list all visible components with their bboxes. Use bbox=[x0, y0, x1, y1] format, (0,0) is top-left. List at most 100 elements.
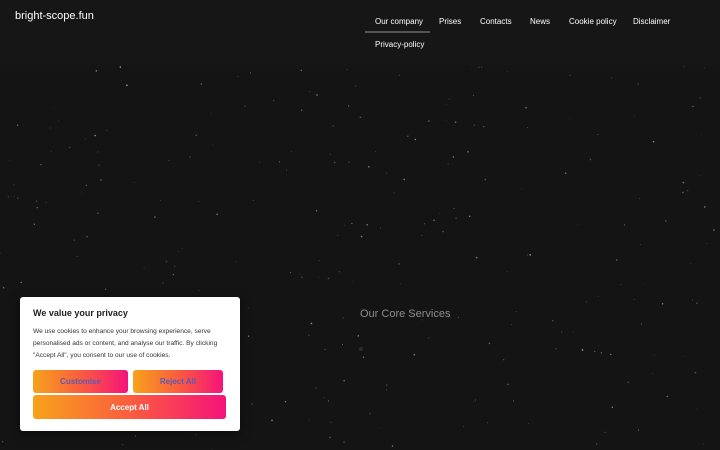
accept-all-button[interactable]: Accept All bbox=[33, 395, 226, 419]
star bbox=[639, 244, 642, 246]
star bbox=[237, 76, 239, 77]
star bbox=[327, 400, 330, 402]
star bbox=[212, 144, 214, 146]
star bbox=[290, 151, 293, 153]
star bbox=[474, 399, 476, 401]
star bbox=[627, 381, 629, 383]
star bbox=[40, 164, 42, 166]
reject-all-button[interactable]: Reject All bbox=[133, 370, 223, 393]
star bbox=[367, 165, 370, 168]
star bbox=[154, 216, 156, 218]
star bbox=[338, 270, 341, 273]
star bbox=[286, 174, 287, 176]
customise-button[interactable]: Customise bbox=[33, 370, 128, 393]
star bbox=[216, 213, 218, 216]
star bbox=[690, 263, 692, 264]
star bbox=[172, 273, 175, 276]
nav-item-contacts[interactable]: Contacts bbox=[480, 17, 512, 26]
star bbox=[329, 436, 331, 439]
star bbox=[362, 356, 365, 358]
site-logo-link[interactable]: bright-scope.fun bbox=[15, 10, 94, 22]
star bbox=[640, 323, 642, 325]
star bbox=[661, 303, 664, 305]
star bbox=[604, 431, 606, 433]
star bbox=[36, 207, 38, 209]
star bbox=[637, 83, 639, 85]
star bbox=[315, 210, 318, 212]
star bbox=[458, 317, 460, 318]
star bbox=[481, 66, 483, 68]
star bbox=[687, 190, 689, 192]
star bbox=[428, 120, 430, 122]
star bbox=[316, 94, 318, 96]
star bbox=[7, 195, 10, 198]
star bbox=[486, 422, 488, 424]
star bbox=[633, 115, 635, 116]
star bbox=[639, 197, 641, 199]
star bbox=[210, 113, 212, 114]
site-header: bright-scope.fun Our company Prises Cont… bbox=[0, 0, 720, 66]
star bbox=[526, 254, 528, 256]
star bbox=[198, 200, 200, 202]
star bbox=[637, 429, 640, 431]
nav-item-cookie-policy[interactable]: Cookie policy bbox=[569, 17, 617, 26]
nav-item-privacy-policy[interactable]: Privacy-policy bbox=[375, 40, 424, 49]
nav-item-disclaimer[interactable]: Disclaimer bbox=[633, 17, 670, 26]
star bbox=[352, 280, 354, 282]
star bbox=[357, 335, 360, 337]
star bbox=[342, 343, 343, 345]
star bbox=[385, 384, 388, 386]
star bbox=[343, 380, 345, 382]
nav-item-prises[interactable]: Prises bbox=[439, 17, 461, 26]
nav-item-our-company[interactable]: Our company bbox=[375, 17, 423, 26]
star bbox=[433, 219, 435, 222]
carousel-dot[interactable] bbox=[359, 347, 363, 351]
star bbox=[119, 66, 122, 68]
star bbox=[488, 342, 491, 345]
star bbox=[337, 234, 339, 236]
star bbox=[696, 408, 698, 410]
star bbox=[413, 353, 416, 356]
star bbox=[73, 239, 76, 241]
star bbox=[503, 359, 505, 361]
star bbox=[666, 395, 669, 398]
star bbox=[568, 118, 570, 119]
star bbox=[615, 259, 618, 261]
star bbox=[703, 443, 704, 445]
star bbox=[68, 146, 71, 149]
star bbox=[45, 202, 47, 204]
star bbox=[247, 335, 250, 337]
section-title: Our Core Services bbox=[360, 308, 451, 320]
star bbox=[529, 254, 532, 256]
star bbox=[699, 97, 701, 99]
star bbox=[168, 160, 170, 162]
star bbox=[76, 256, 78, 258]
star bbox=[346, 69, 348, 70]
star bbox=[597, 296, 599, 298]
star bbox=[308, 419, 310, 420]
nav-item-news[interactable]: News bbox=[530, 17, 550, 26]
star bbox=[195, 434, 197, 436]
cookie-title: We value your privacy bbox=[33, 308, 128, 318]
star bbox=[611, 406, 614, 409]
star bbox=[2, 441, 4, 443]
star bbox=[2, 287, 5, 289]
star bbox=[447, 163, 449, 165]
star bbox=[258, 161, 260, 163]
star bbox=[318, 260, 320, 261]
star bbox=[691, 299, 693, 301]
star bbox=[585, 301, 588, 303]
star bbox=[13, 184, 15, 186]
star bbox=[398, 263, 400, 265]
star bbox=[327, 277, 330, 280]
star bbox=[473, 124, 476, 126]
star bbox=[506, 71, 508, 72]
star bbox=[271, 419, 273, 421]
star bbox=[454, 121, 457, 124]
star bbox=[162, 282, 164, 284]
star bbox=[16, 124, 19, 127]
star bbox=[521, 188, 523, 190]
star bbox=[624, 224, 626, 226]
star bbox=[273, 100, 275, 102]
star bbox=[54, 107, 56, 109]
